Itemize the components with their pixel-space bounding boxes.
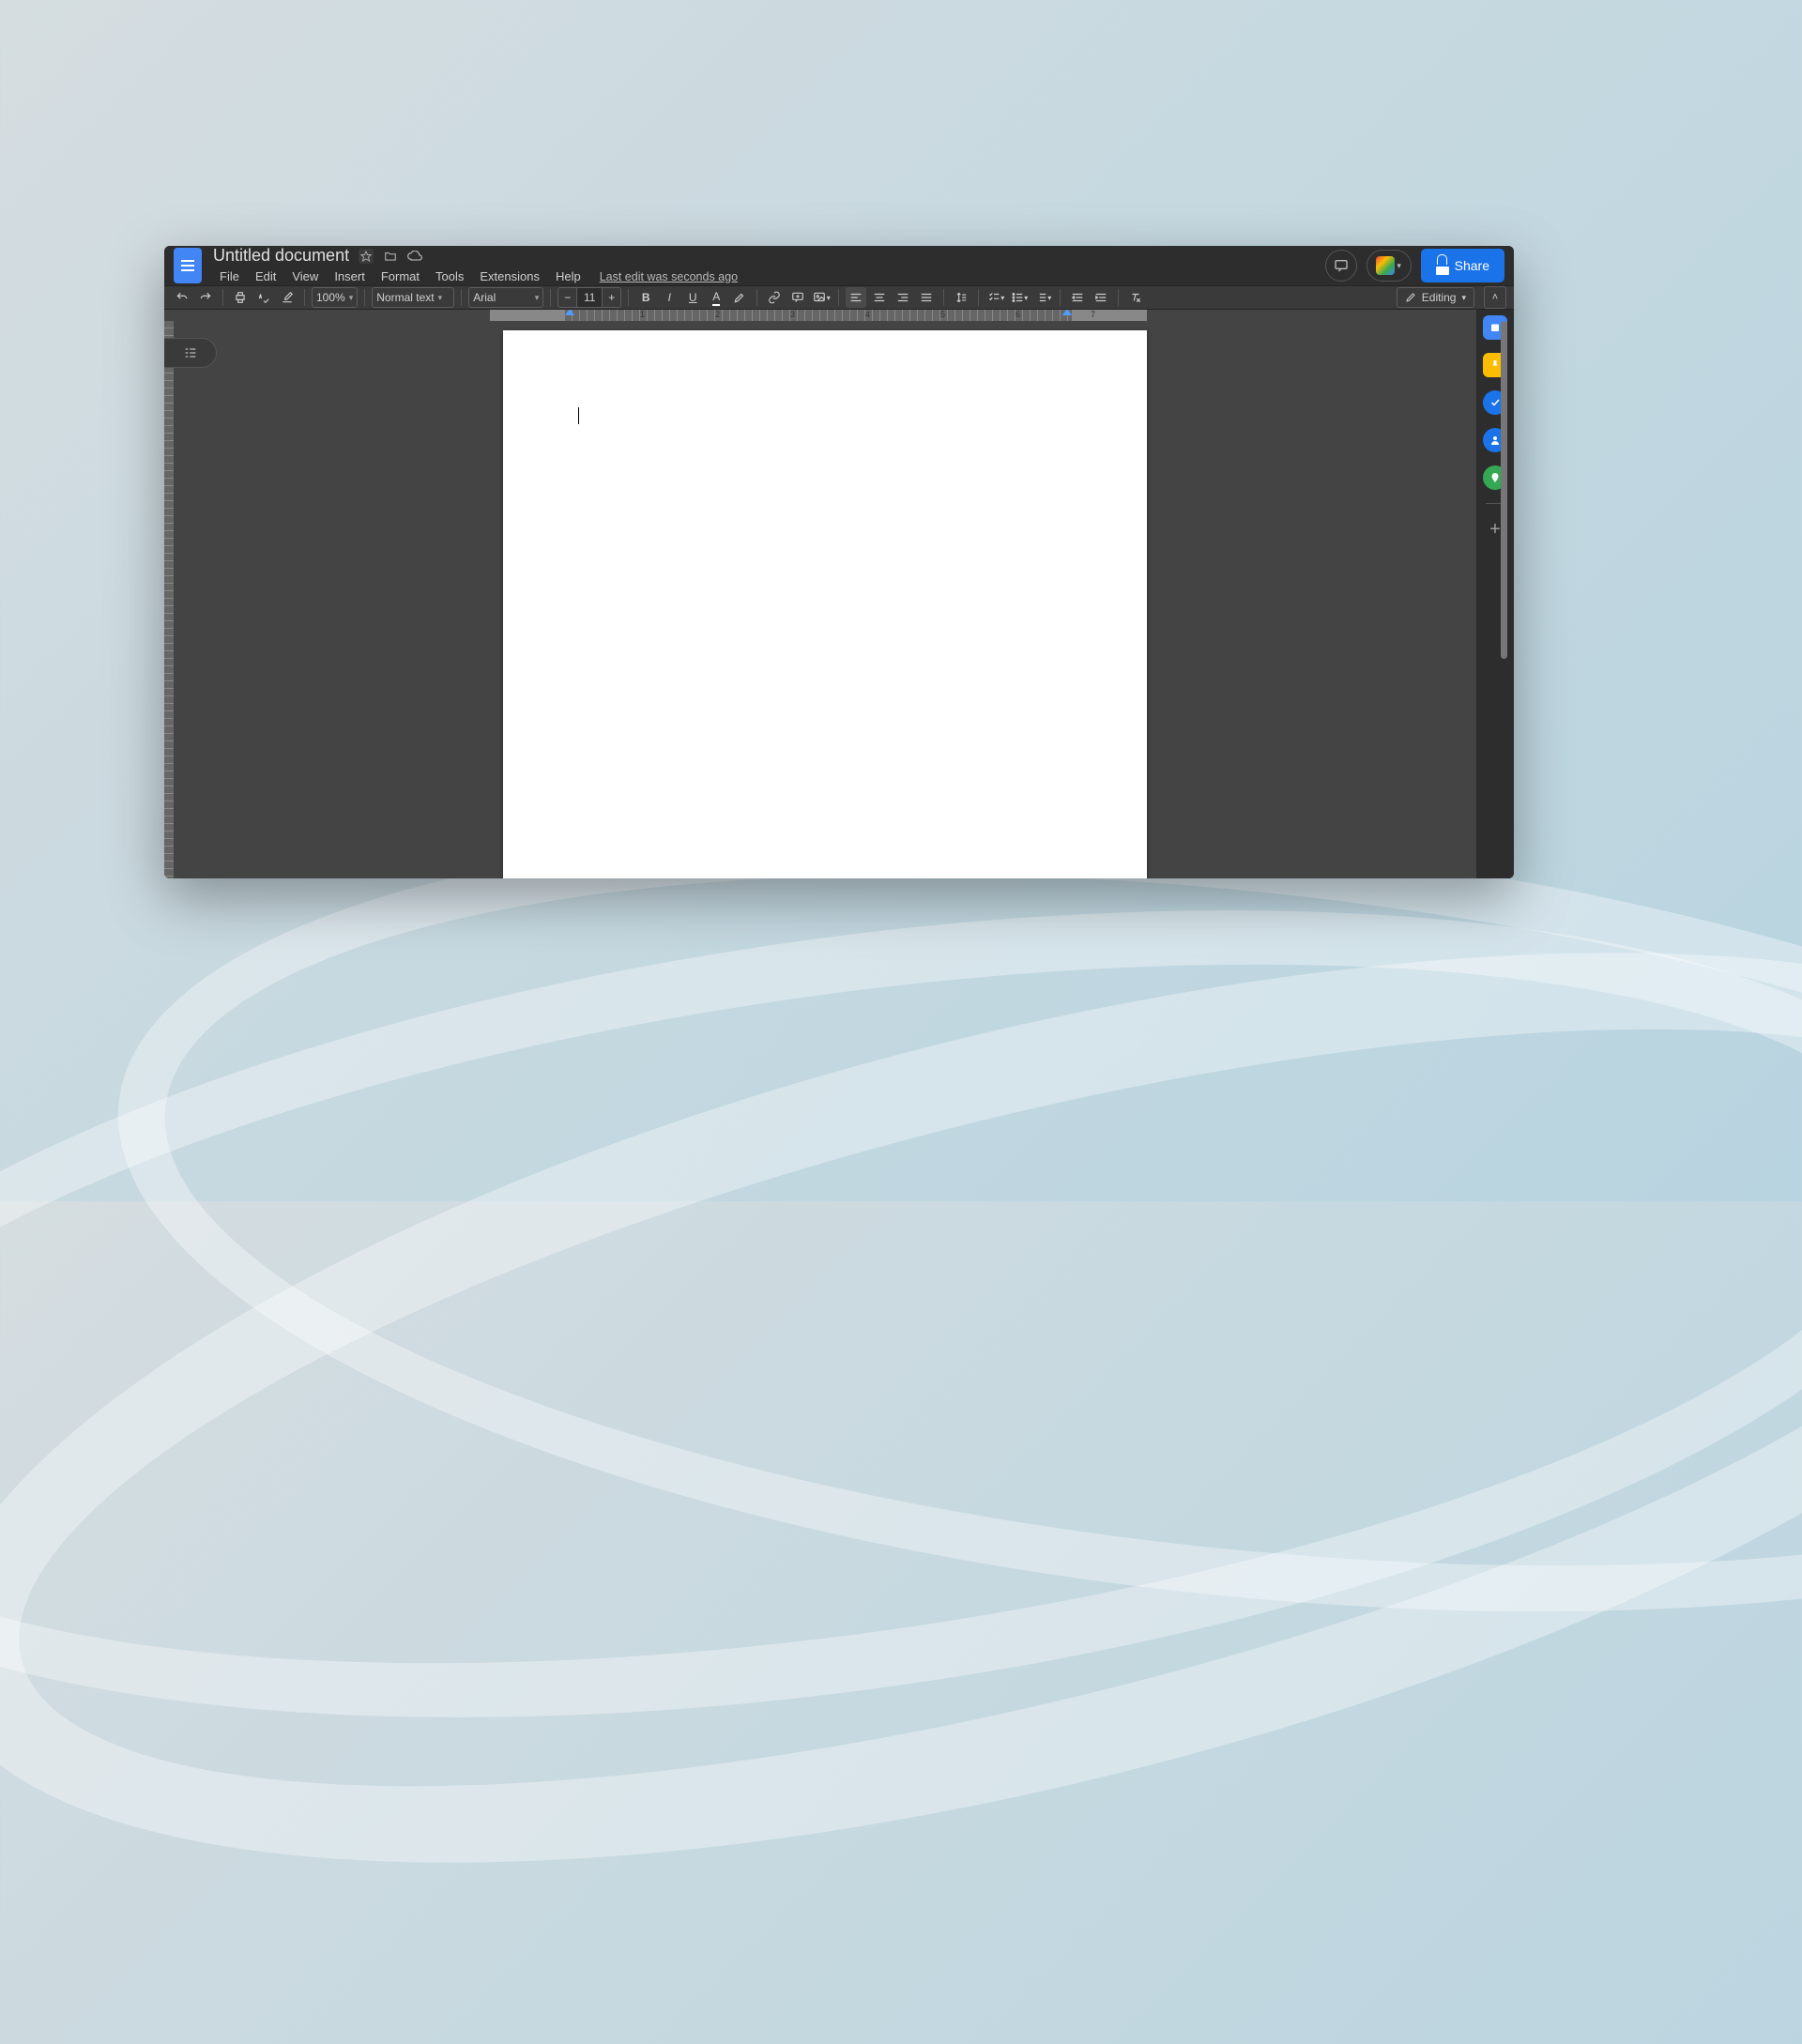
share-button[interactable]: Share	[1421, 249, 1504, 282]
paragraph-style-select[interactable]: Normal text▾	[372, 287, 454, 308]
align-justify-icon[interactable]	[916, 287, 937, 308]
pencil-icon	[1405, 292, 1416, 303]
clear-formatting-icon[interactable]	[1125, 287, 1146, 308]
line-spacing-icon[interactable]	[951, 287, 971, 308]
share-button-label: Share	[1455, 258, 1489, 273]
move-to-folder-icon[interactable]	[383, 249, 398, 264]
meet-icon	[1376, 256, 1395, 275]
menu-bar: File Edit View Insert Format Tools Exten…	[213, 267, 738, 285]
ruler-number: 4	[865, 310, 870, 319]
menu-edit[interactable]: Edit	[249, 267, 283, 285]
menu-tools[interactable]: Tools	[429, 267, 470, 285]
show-outline-icon[interactable]	[164, 338, 217, 368]
google-docs-window: Untitled document File Edit View Insert …	[164, 246, 1514, 878]
vertical-scrollbar[interactable]	[1501, 321, 1507, 659]
last-edit-link[interactable]: Last edit was seconds ago	[600, 270, 738, 283]
print-icon[interactable]	[230, 287, 251, 308]
left-indent-marker[interactable]	[565, 310, 574, 315]
side-panel: +	[1476, 310, 1514, 878]
collapse-toolbar-icon[interactable]: ˄	[1484, 286, 1506, 309]
ruler-number: 5	[940, 310, 945, 319]
document-page[interactable]	[503, 330, 1147, 878]
checklist-icon[interactable]: ▾	[985, 287, 1006, 308]
menu-file[interactable]: File	[213, 267, 246, 285]
editing-mode-select[interactable]: Editing ▾	[1397, 287, 1474, 308]
menu-extensions[interactable]: Extensions	[473, 267, 546, 285]
undo-icon[interactable]	[172, 287, 192, 308]
spellcheck-icon[interactable]	[253, 287, 274, 308]
menu-format[interactable]: Format	[374, 267, 426, 285]
toolbar: 100%▾ Normal text▾ Arial▾ − 11 + B I U A…	[164, 285, 1514, 310]
paint-format-icon[interactable]	[277, 287, 298, 308]
cloud-saved-icon[interactable]	[407, 249, 422, 264]
comment-history-icon[interactable]	[1325, 250, 1357, 282]
insert-image-icon[interactable]: ▾	[811, 287, 832, 308]
zoom-select[interactable]: 100%▾	[312, 287, 358, 308]
text-cursor	[578, 407, 579, 424]
meet-call-button[interactable]: ▾	[1367, 250, 1412, 282]
editor-area: 1 2 3 4 5 6 7 + G	[164, 310, 1514, 878]
highlight-color-icon[interactable]	[729, 287, 750, 308]
insert-comment-icon[interactable]	[787, 287, 808, 308]
menu-view[interactable]: View	[285, 267, 325, 285]
document-title[interactable]: Untitled document	[213, 246, 349, 266]
menu-insert[interactable]: Insert	[328, 267, 372, 285]
insert-link-icon[interactable]	[764, 287, 785, 308]
align-left-icon[interactable]	[846, 287, 866, 308]
ruler-number: 2	[715, 310, 720, 319]
align-center-icon[interactable]	[869, 287, 890, 308]
ruler-number: 7	[1091, 310, 1095, 319]
align-right-icon[interactable]	[893, 287, 913, 308]
bold-icon[interactable]: B	[635, 287, 656, 308]
ruler-number: 1	[640, 310, 645, 319]
font-size-value[interactable]: 11	[576, 288, 603, 307]
font-size-decrease[interactable]: −	[558, 288, 576, 307]
menu-help[interactable]: Help	[549, 267, 588, 285]
numbered-list-icon[interactable]: ▾	[1032, 287, 1053, 308]
titlebar: Untitled document File Edit View Insert …	[164, 246, 1514, 285]
bulleted-list-icon[interactable]: ▾	[1009, 287, 1030, 308]
increase-indent-icon[interactable]	[1091, 287, 1111, 308]
right-indent-marker[interactable]	[1062, 310, 1072, 315]
horizontal-ruler[interactable]: 1 2 3 4 5 6 7	[490, 310, 1147, 321]
italic-icon[interactable]: I	[659, 287, 680, 308]
font-select[interactable]: Arial▾	[468, 287, 543, 308]
ruler-number: 6	[1016, 310, 1020, 319]
underline-icon[interactable]: U	[682, 287, 703, 308]
font-size-stepper[interactable]: − 11 +	[557, 287, 621, 308]
docs-home-icon[interactable]	[174, 248, 202, 283]
vertical-ruler[interactable]	[164, 321, 174, 878]
text-color-icon[interactable]: A	[706, 287, 726, 308]
ruler-number: 3	[790, 310, 795, 319]
decrease-indent-icon[interactable]	[1067, 287, 1088, 308]
star-icon[interactable]	[359, 249, 374, 264]
font-size-increase[interactable]: +	[603, 288, 620, 307]
redo-icon[interactable]	[195, 287, 216, 308]
lock-icon	[1436, 256, 1449, 275]
